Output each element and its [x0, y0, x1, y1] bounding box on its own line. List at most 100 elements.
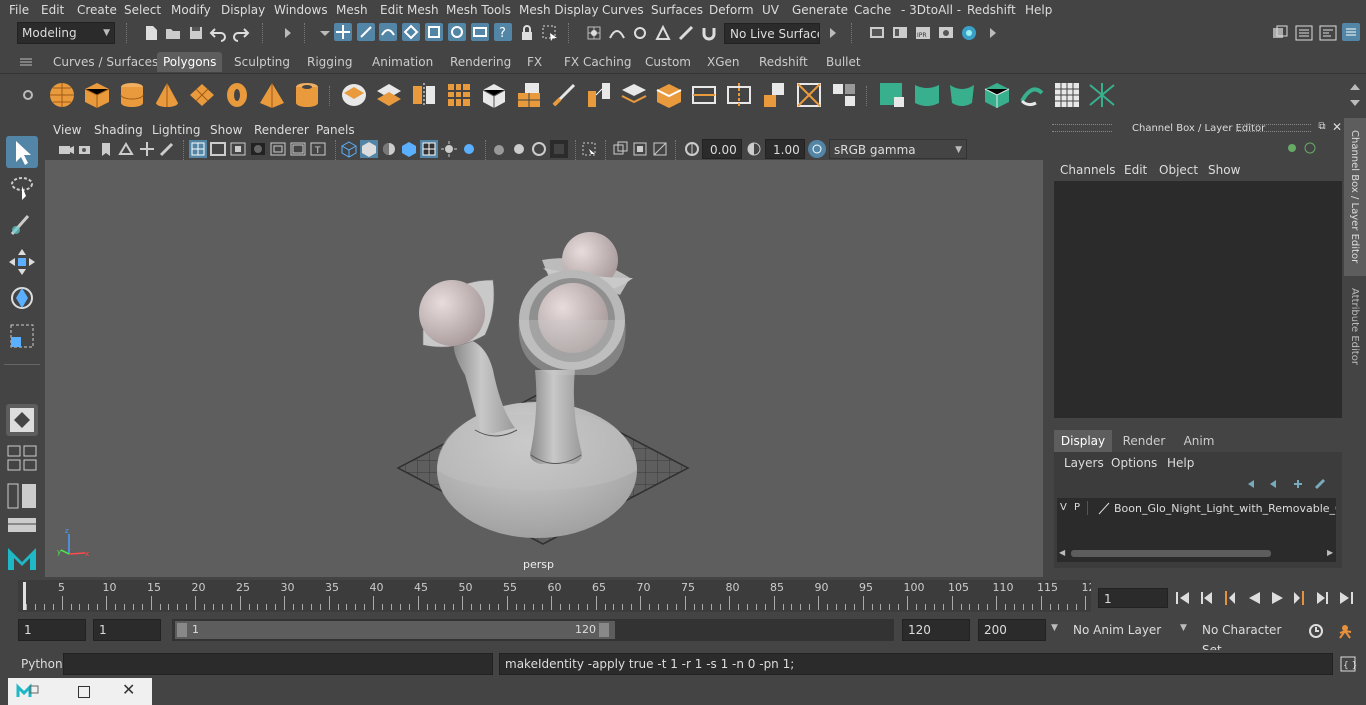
lasso-tool[interactable]	[6, 172, 38, 204]
uv-layout-icon[interactable]	[1088, 81, 1116, 109]
shelf-tab-sculpting[interactable]: Sculpting	[228, 52, 296, 72]
panel-grip[interactable]	[1236, 124, 1311, 132]
shelf-tab-xgen[interactable]: XGen	[701, 52, 746, 72]
current-frame-field[interactable]: 1	[1098, 588, 1168, 608]
shelf-tab-bullet[interactable]: Bullet	[820, 52, 867, 72]
lights-icon[interactable]	[440, 140, 458, 158]
camera-select-icon[interactable]	[57, 140, 75, 158]
shadows-icon[interactable]	[460, 140, 478, 158]
range-slider-bar[interactable]: 1 120	[175, 621, 615, 639]
insert-edge-loop-icon[interactable]	[725, 81, 753, 109]
chevron-down-icon[interactable]: ▼	[1180, 623, 1187, 633]
viewport-menu-panels[interactable]: Panels	[316, 123, 355, 137]
poly-cylinder-icon[interactable]	[118, 81, 146, 109]
channel-menu-show[interactable]: Show	[1208, 163, 1240, 177]
layer-name[interactable]: Boon_Glo_Night_Light_with_Removable_Gl	[1114, 502, 1336, 515]
single-perspective-view-button[interactable]	[6, 404, 38, 436]
menu-help[interactable]: Help	[1025, 3, 1052, 17]
script-editor-icon[interactable]: { }	[1339, 655, 1357, 673]
layer-action-icons[interactable]	[1244, 476, 1336, 492]
range-slider-track[interactable]: 1 120	[172, 619, 894, 641]
grid-toggle-icon[interactable]	[189, 140, 207, 158]
poly-pipe-icon[interactable]	[293, 81, 321, 109]
automatic-mapping-icon[interactable]	[983, 81, 1011, 109]
viewport-menu-shading[interactable]: Shading	[94, 123, 143, 137]
channel-box-icons[interactable]	[1286, 140, 1326, 156]
layer-color-icon[interactable]	[1097, 501, 1111, 515]
xray-icon[interactable]	[611, 140, 629, 158]
color-space-dropdown[interactable]: sRGB gamma ▼	[829, 139, 967, 159]
step-back-key-icon[interactable]	[1221, 589, 1239, 607]
hypershade-icon[interactable]	[960, 24, 978, 42]
menu-deform[interactable]: Deform	[709, 3, 754, 17]
poly-cube-icon[interactable]	[83, 81, 111, 109]
isolate-select-icon[interactable]	[580, 140, 598, 158]
depth-of-field-icon[interactable]	[550, 140, 568, 158]
menu-file[interactable]: File	[9, 3, 29, 17]
channel-list[interactable]	[1054, 181, 1342, 418]
gamma-field[interactable]: 1.00	[765, 139, 805, 159]
shelf-tab-rigging[interactable]: Rigging	[301, 52, 358, 72]
paint-select-tool[interactable]	[6, 208, 38, 240]
shelf-tab-rendering[interactable]: Rendering	[444, 52, 517, 72]
snap-to-point-icon[interactable]	[631, 24, 649, 42]
toggle-channel-box-icon[interactable]	[1295, 24, 1313, 42]
move-tool[interactable]	[6, 246, 38, 278]
menu-cache[interactable]: Cache	[854, 3, 891, 17]
shelf-scroll-down-icon[interactable]	[1346, 94, 1364, 112]
chevron-down-icon[interactable]	[316, 24, 334, 42]
anti-aliasing-icon[interactable]	[530, 140, 548, 158]
ipr-icon[interactable]: IPR	[914, 24, 932, 42]
snap-point-icon[interactable]	[448, 23, 466, 41]
combine-icon[interactable]	[340, 81, 368, 109]
xray-components-icon[interactable]	[651, 140, 669, 158]
menu-surfaces[interactable]: Surfaces	[651, 3, 703, 17]
playback-start-field[interactable]: 1	[93, 619, 161, 641]
panel-grip[interactable]	[1052, 124, 1112, 132]
2d-pan-zoom-icon[interactable]	[138, 140, 156, 158]
restore-window-icon[interactable]	[16, 683, 40, 699]
snap-curve-icon[interactable]	[425, 23, 443, 41]
viewport-menu-renderer[interactable]: Renderer	[254, 123, 309, 137]
menu-redshift[interactable]: Redshift	[967, 3, 1016, 17]
menu-display[interactable]: Display	[221, 3, 265, 17]
current-time-indicator[interactable]	[23, 582, 26, 610]
shelf-tab-redshift[interactable]: Redshift	[753, 52, 814, 72]
live-surface-field[interactable]: No Live Surface	[724, 23, 820, 44]
merge-icon[interactable]	[830, 81, 858, 109]
workspace-icon[interactable]	[1271, 24, 1289, 42]
smooth-icon[interactable]	[445, 81, 473, 109]
mode-dropdown[interactable]: Modeling ▼	[17, 22, 115, 44]
select-by-hierarchy-icon[interactable]	[334, 23, 352, 41]
color-management-icon[interactable]	[808, 140, 826, 158]
menu-mesh-display[interactable]: Mesh Display	[519, 3, 599, 17]
step-forward-frame-icon[interactable]	[1313, 589, 1331, 607]
select-highlight-icon[interactable]	[541, 24, 559, 42]
channel-menu-object[interactable]: Object	[1159, 163, 1198, 177]
minimized-window[interactable]: ✕	[8, 678, 152, 705]
ipr-render-icon[interactable]	[891, 24, 909, 42]
step-back-frame-icon[interactable]	[1198, 589, 1216, 607]
bridge-icon[interactable]	[585, 81, 613, 109]
chevron-down-icon[interactable]: ▼	[1051, 623, 1058, 633]
resolution-gate-icon[interactable]	[229, 140, 247, 158]
channel-menu-edit[interactable]: Edit	[1124, 163, 1147, 177]
planar-mapping-icon[interactable]	[878, 81, 906, 109]
close-icon[interactable]: ✕	[122, 680, 135, 699]
spherical-mapping-icon[interactable]	[948, 81, 976, 109]
rotate-tool[interactable]	[6, 282, 38, 314]
layer-row[interactable]: V P Boon_Glo_Night_Light_with_Removable_…	[1057, 499, 1336, 519]
viewport-menu-lighting[interactable]: Lighting	[152, 123, 201, 137]
gate-mask-icon[interactable]	[249, 140, 267, 158]
animation-preferences-icon[interactable]	[1336, 622, 1354, 640]
layer-tab-render[interactable]: Render	[1118, 430, 1170, 452]
step-forward-key-icon[interactable]	[1290, 589, 1308, 607]
menu-mesh[interactable]: Mesh	[336, 3, 368, 17]
perspective-viewport[interactable]: z x y persp	[45, 160, 1043, 577]
render-current-frame-icon[interactable]	[868, 24, 886, 42]
layer-menu-options[interactable]: Options	[1111, 456, 1157, 470]
shelf-settings-icon[interactable]	[16, 81, 40, 109]
anim-layer-dropdown[interactable]: No Anim Layer	[1068, 619, 1178, 641]
maximize-icon[interactable]	[78, 686, 90, 698]
screen-space-ao-icon[interactable]	[490, 140, 508, 158]
